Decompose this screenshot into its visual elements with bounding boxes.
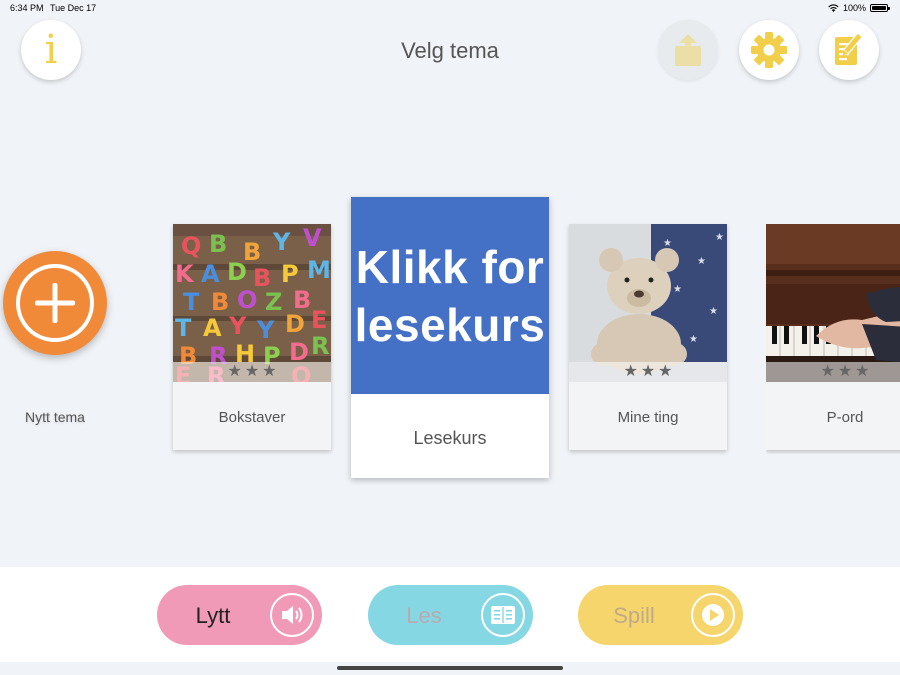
- svg-text:★: ★: [709, 306, 718, 317]
- svg-text:E: E: [311, 306, 327, 334]
- battery-icon: [870, 4, 890, 12]
- notepad-pencil-icon: [835, 32, 864, 65]
- play-label: Spill: [613, 603, 655, 628]
- piano-image: ★ ★ ★: [766, 224, 900, 382]
- read-button[interactable]: Les: [368, 585, 533, 645]
- svg-text:B: B: [211, 288, 229, 316]
- svg-text:A: A: [203, 314, 222, 342]
- svg-text:Y: Y: [272, 228, 291, 256]
- star-icon: ★: [227, 363, 242, 380]
- theme-card-clip: ★ ★ ★ P-ord: [766, 224, 900, 454]
- svg-text:M: M: [307, 256, 331, 284]
- svg-text:T: T: [175, 314, 192, 342]
- book-icon: [481, 593, 525, 637]
- wifi-icon: [828, 4, 839, 12]
- star-icon: ★: [837, 363, 853, 380]
- star-icon: ★: [262, 363, 277, 380]
- theme-card-mine-ting[interactable]: ★ ★ ★ ★ ★ ★ ★ ★ ★ Mine ting: [569, 224, 727, 450]
- svg-text:★: ★: [689, 334, 698, 345]
- status-date: Tue Dec 17: [50, 3, 97, 13]
- theme-card-bokstaver[interactable]: Q B B Y V K A D B P M T B O Z B T A Y Y: [173, 224, 331, 450]
- svg-text:V: V: [303, 224, 322, 252]
- svg-text:D: D: [285, 310, 305, 338]
- svg-text:★: ★: [663, 238, 672, 249]
- home-indicator[interactable]: [337, 666, 563, 670]
- svg-text:Y: Y: [256, 316, 275, 344]
- theme-label: Bokstaver: [218, 409, 286, 426]
- status-time: 6:34 PM: [10, 3, 44, 13]
- star-icon: ★: [640, 363, 656, 380]
- gear-icon: [751, 32, 787, 68]
- listen-button[interactable]: Lytt: [157, 585, 322, 645]
- star-rating: ★ ★ ★: [569, 362, 727, 382]
- svg-text:Q: Q: [181, 232, 201, 260]
- svg-text:D: D: [227, 258, 247, 286]
- teddy-photo: ★★★ ★★★: [569, 224, 727, 382]
- notes-button[interactable]: [819, 20, 879, 80]
- svg-text:Z: Z: [265, 288, 282, 316]
- share-button[interactable]: [658, 20, 718, 80]
- star-icon: ★: [855, 363, 870, 380]
- mode-bar: Lytt Les Spill: [0, 567, 900, 662]
- banner-line-1: Klikk for: [355, 240, 545, 293]
- svg-text:B: B: [209, 230, 227, 258]
- listen-label: Lytt: [195, 603, 231, 628]
- star-icon: ★: [658, 363, 673, 380]
- svg-text:★: ★: [715, 232, 724, 243]
- settings-button[interactable]: [739, 20, 799, 80]
- teddy-image: ★ ★ ★ ★ ★ ★ ★ ★ ★: [569, 224, 727, 382]
- svg-text:K: K: [175, 260, 195, 288]
- piano-photo: [766, 224, 900, 382]
- share-icon: [675, 34, 701, 66]
- play-icon: [691, 593, 735, 637]
- add-theme-button[interactable]: [3, 251, 107, 355]
- star-icon: ★: [820, 363, 835, 380]
- letters-photo: Q B B Y V K A D B P M T B O Z B T A Y Y: [173, 224, 331, 382]
- battery-percent: 100%: [842, 3, 866, 13]
- svg-text:P: P: [281, 260, 299, 288]
- play-button[interactable]: Spill: [578, 585, 743, 645]
- svg-text:O: O: [237, 286, 257, 314]
- star-icon: ★: [623, 363, 638, 380]
- svg-text:★: ★: [673, 284, 682, 295]
- banner-line-2: lesekurs: [354, 298, 546, 351]
- plus-icon: [16, 264, 94, 342]
- read-label: Les: [406, 603, 442, 628]
- star-icon: ★: [244, 363, 260, 380]
- status-bar: 6:34 PM Tue Dec 17 100%: [0, 0, 900, 16]
- letters-image: Q B B Y V K A D B P M T B O Z B T A Y Y: [173, 224, 331, 382]
- theme-label: Lesekurs: [413, 428, 487, 448]
- theme-label: Mine ting: [617, 409, 679, 426]
- status-right: 100%: [828, 3, 890, 13]
- star-rating: ★ ★ ★: [173, 362, 331, 382]
- svg-text:★: ★: [697, 256, 706, 267]
- svg-text:Y: Y: [228, 312, 247, 340]
- speaker-icon: [270, 593, 314, 637]
- svg-text:A: A: [201, 260, 220, 288]
- theme-label: P-ord: [826, 409, 864, 426]
- svg-text:R: R: [311, 332, 329, 360]
- theme-card-lesekurs[interactable]: Klikk for lesekurs Lesekurs: [351, 197, 549, 478]
- theme-card-p-ord[interactable]: ★ ★ ★ P-ord: [766, 224, 900, 450]
- svg-text:T: T: [183, 288, 200, 316]
- reading-course-banner: Klikk for lesekurs: [351, 197, 549, 394]
- star-rating: ★ ★ ★: [766, 362, 900, 382]
- add-theme-label: Nytt tema: [25, 409, 85, 425]
